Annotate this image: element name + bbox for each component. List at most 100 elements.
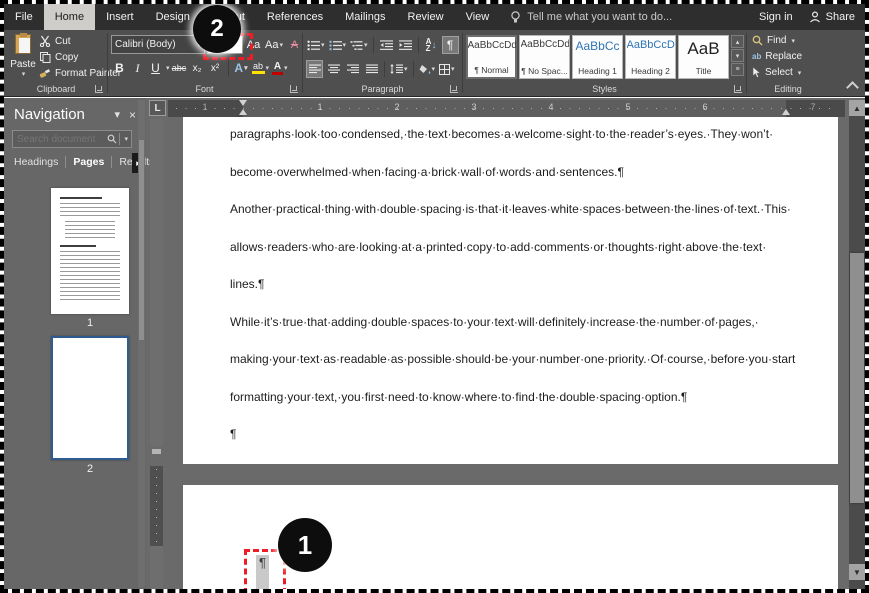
page-thumbnail-2[interactable] bbox=[51, 336, 129, 460]
sign-in-button[interactable]: Sign in bbox=[759, 11, 793, 23]
align-center-button[interactable] bbox=[325, 60, 342, 78]
format-painter-icon bbox=[39, 67, 51, 79]
underline-button[interactable]: U bbox=[147, 59, 164, 77]
text-effects-button[interactable]: A ▾ bbox=[233, 59, 250, 77]
page-thumbnail-2-number: 2 bbox=[86, 463, 94, 475]
font-name-combo[interactable]: Calibri (Body) ▾ bbox=[111, 35, 205, 54]
thumb1-heading-bar bbox=[60, 197, 102, 199]
collapse-ribbon-button[interactable] bbox=[846, 81, 859, 94]
right-indent-marker[interactable] bbox=[782, 109, 790, 115]
ruler-number: 2 bbox=[394, 102, 400, 112]
styles-gallery-down[interactable]: ▾ bbox=[731, 49, 744, 62]
styles-group-label: Styles bbox=[592, 84, 617, 94]
style-heading2[interactable]: AaBbCcD Heading 2 bbox=[625, 35, 676, 79]
ruler-margin-number: 1 bbox=[202, 102, 208, 112]
scroll-up-button[interactable]: ▲ bbox=[849, 100, 865, 116]
style-no-spacing[interactable]: AaBbCcDd ¶ No Spac... bbox=[519, 35, 570, 79]
align-left-button[interactable] bbox=[306, 60, 323, 78]
tab-stop-selector[interactable]: L bbox=[149, 100, 166, 116]
tab-references[interactable]: References bbox=[256, 4, 334, 30]
multilevel-list-button[interactable]: ▾ bbox=[349, 36, 369, 54]
person-icon bbox=[809, 11, 821, 23]
clipboard-dialog-launcher[interactable] bbox=[95, 85, 103, 93]
italic-button[interactable]: I bbox=[129, 59, 146, 77]
select-button[interactable]: Select ▾ bbox=[752, 67, 801, 78]
styles-gallery-more[interactable]: ≡ bbox=[731, 63, 744, 76]
styles-dialog-launcher[interactable] bbox=[734, 85, 742, 93]
justify-button[interactable] bbox=[363, 60, 380, 78]
replace-button[interactable]: ab Replace bbox=[752, 51, 802, 62]
search-dropdown[interactable]: ▾ bbox=[121, 135, 131, 143]
scrollbar-thumb[interactable] bbox=[850, 253, 864, 503]
strikethrough-button[interactable]: abc bbox=[171, 59, 188, 77]
shading-button[interactable]: ▾ bbox=[418, 60, 437, 78]
document-scrollbar[interactable]: ▲ ▼ bbox=[849, 100, 865, 589]
replace-icon: ab bbox=[752, 52, 762, 61]
nav-tab-pages[interactable]: Pages bbox=[73, 156, 104, 168]
highlight-color-bar bbox=[251, 71, 265, 74]
find-button[interactable]: Find ▾ bbox=[752, 35, 795, 46]
tab-mailings[interactable]: Mailings bbox=[334, 4, 396, 30]
search-icon[interactable] bbox=[105, 134, 119, 144]
share-button[interactable]: Share bbox=[809, 11, 855, 23]
vertical-ruler[interactable] bbox=[150, 119, 163, 589]
search-box: ▾ bbox=[12, 130, 132, 148]
superscript-button[interactable]: x² bbox=[207, 59, 224, 77]
highlight-button[interactable]: ab ▾ bbox=[251, 59, 271, 77]
page-thumbnail-1[interactable] bbox=[51, 188, 129, 314]
hanging-indent-marker[interactable] bbox=[239, 109, 247, 115]
horizontal-ruler[interactable]: 1 1 2 3 4 5 6 7 bbox=[168, 100, 845, 117]
page-1[interactable]: paragraphs·look·too·condensed,·the·text·… bbox=[183, 117, 838, 464]
navigation-close-button[interactable]: × bbox=[129, 108, 136, 122]
borders-button[interactable]: ▾ bbox=[438, 60, 456, 78]
sort-button[interactable]: A Z ↓ bbox=[423, 36, 440, 54]
navigation-scrollbar[interactable] bbox=[138, 100, 145, 587]
page-2[interactable]: ¶ 1 bbox=[183, 485, 838, 589]
tell-me-label: Tell me what you want to do... bbox=[527, 11, 673, 23]
tab-review[interactable]: Review bbox=[397, 4, 455, 30]
tab-insert[interactable]: Insert bbox=[95, 4, 145, 30]
ribbon-tab-bar: File Home Insert Design Layout Reference… bbox=[4, 4, 865, 30]
paste-dropdown[interactable]: ▾ bbox=[9, 70, 38, 78]
lightbulb-icon bbox=[510, 10, 521, 24]
change-case-button[interactable]: Aa ▾ bbox=[264, 36, 284, 54]
align-right-button[interactable] bbox=[344, 60, 361, 78]
clear-formatting-button[interactable]: A bbox=[286, 36, 303, 54]
underline-dropdown[interactable]: ▾ bbox=[166, 64, 170, 72]
font-color-button[interactable]: A ▾ bbox=[271, 59, 289, 77]
scroll-down-button[interactable]: ▼ bbox=[849, 564, 865, 580]
bold-button[interactable]: B bbox=[111, 59, 128, 77]
subscript-button[interactable]: x₂ bbox=[189, 59, 206, 77]
cut-button[interactable]: Cut bbox=[39, 35, 71, 47]
tell-me-box[interactable]: Tell me what you want to do... bbox=[500, 4, 682, 30]
document-canvas[interactable]: paragraphs·look·too·condensed,·the·text·… bbox=[163, 117, 847, 589]
line-spacing-button[interactable]: ▾ bbox=[389, 60, 409, 78]
first-line-indent-marker[interactable] bbox=[239, 100, 247, 106]
nav-tab-headings[interactable]: Headings bbox=[14, 156, 58, 168]
copy-button[interactable]: Copy bbox=[39, 51, 78, 63]
numbered-list-button[interactable]: ▾ bbox=[328, 36, 348, 54]
paragraph-dialog-launcher[interactable] bbox=[450, 85, 458, 93]
tab-view[interactable]: View bbox=[455, 4, 501, 30]
styles-gallery-up[interactable]: ▴ bbox=[731, 35, 744, 48]
show-hide-marks-button[interactable]: ¶ bbox=[441, 36, 459, 54]
decrease-indent-button[interactable] bbox=[378, 36, 395, 54]
ruler-margin-number: 7 bbox=[810, 102, 816, 112]
font-dialog-launcher[interactable] bbox=[290, 85, 298, 93]
tab-home[interactable]: Home bbox=[43, 4, 96, 30]
style-title[interactable]: AaB Title bbox=[678, 35, 729, 79]
paragraph-group-label: Paragraph bbox=[361, 84, 404, 94]
paste-button[interactable]: Paste ▾ bbox=[8, 33, 38, 78]
increase-indent-button[interactable] bbox=[397, 36, 414, 54]
tab-file[interactable]: File bbox=[4, 4, 44, 30]
navigation-options-dropdown[interactable]: ▾ bbox=[114, 108, 120, 121]
ruler-number: 6 bbox=[702, 102, 708, 112]
navigation-scrollbar-thumb[interactable] bbox=[139, 140, 144, 340]
bullet-list-button[interactable]: ▾ bbox=[306, 36, 326, 54]
style-normal[interactable]: AaBbCcDd ¶ Normal bbox=[466, 35, 517, 79]
ruler-number: 3 bbox=[471, 102, 477, 112]
style-heading1[interactable]: AaBbCc Heading 1 bbox=[572, 35, 623, 79]
ruler-number: 5 bbox=[625, 102, 631, 112]
search-input[interactable] bbox=[13, 133, 106, 145]
document-text[interactable]: paragraphs·look·too·condensed,·the·text·… bbox=[230, 117, 796, 454]
